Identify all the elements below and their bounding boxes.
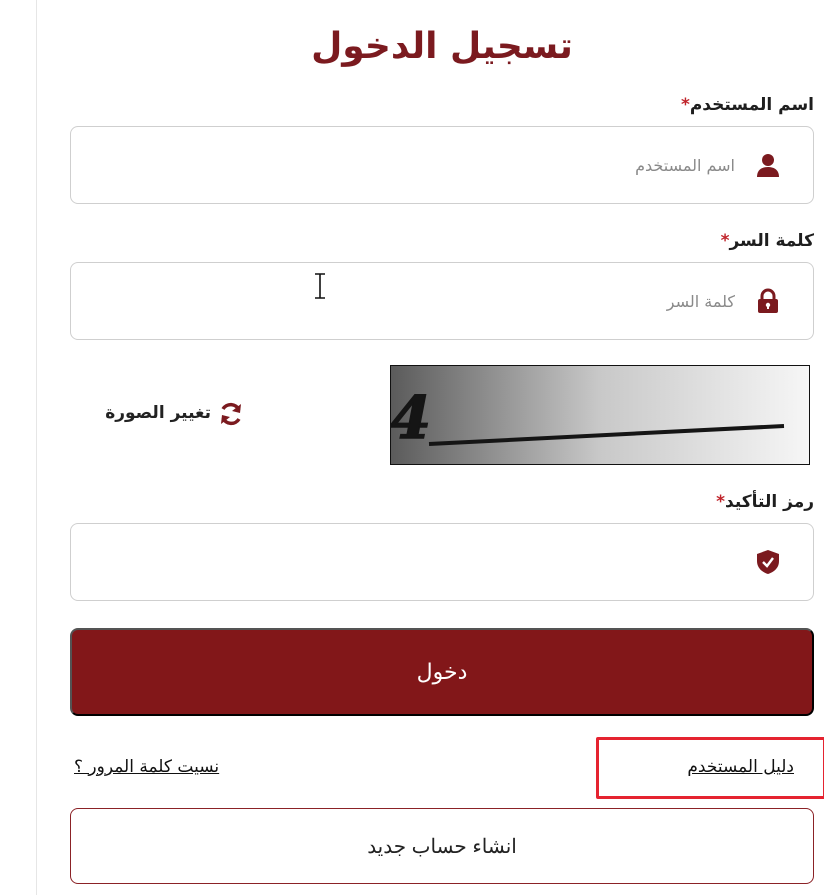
password-label: كلمة السر <box>729 231 814 251</box>
user-icon <box>755 152 781 178</box>
username-label-row: اسم المستخدم* <box>681 95 814 115</box>
create-account-button[interactable]: انشاء حساب جديد <box>70 808 814 884</box>
login-form: تسجيل الدخول اسم المستخدم* كلمة السر* <box>70 0 824 895</box>
password-field[interactable] <box>70 262 814 340</box>
shield-check-icon <box>755 549 781 575</box>
captcha-text: xWy24 <box>390 384 431 452</box>
page-divider <box>36 0 37 895</box>
forgot-password-link[interactable]: نسيت كلمة المرور ؟ <box>74 757 219 777</box>
login-button[interactable]: دخول <box>70 628 814 716</box>
password-input[interactable] <box>91 263 735 339</box>
password-label-row: كلمة السر* <box>721 231 814 251</box>
confirmation-field[interactable] <box>70 523 814 601</box>
lock-icon <box>755 288 781 314</box>
highlight-box <box>596 737 824 799</box>
captcha-image: xWy24 <box>390 365 810 465</box>
username-input[interactable] <box>91 127 735 203</box>
change-image-label: تغيير الصورة <box>105 403 211 423</box>
confirmation-label: رمز التأكيد <box>725 492 814 512</box>
confirmation-input[interactable] <box>91 524 735 600</box>
required-mark: * <box>716 492 726 512</box>
username-field[interactable] <box>70 126 814 204</box>
username-label: اسم المستخدم <box>689 95 814 115</box>
text-cursor-icon <box>315 273 325 299</box>
change-image-button[interactable]: تغيير الصورة <box>70 400 245 430</box>
required-mark: * <box>680 95 690 115</box>
refresh-icon <box>217 400 245 428</box>
page-title: تسجيل الدخول <box>311 26 573 67</box>
confirmation-label-row: رمز التأكيد* <box>716 492 814 512</box>
